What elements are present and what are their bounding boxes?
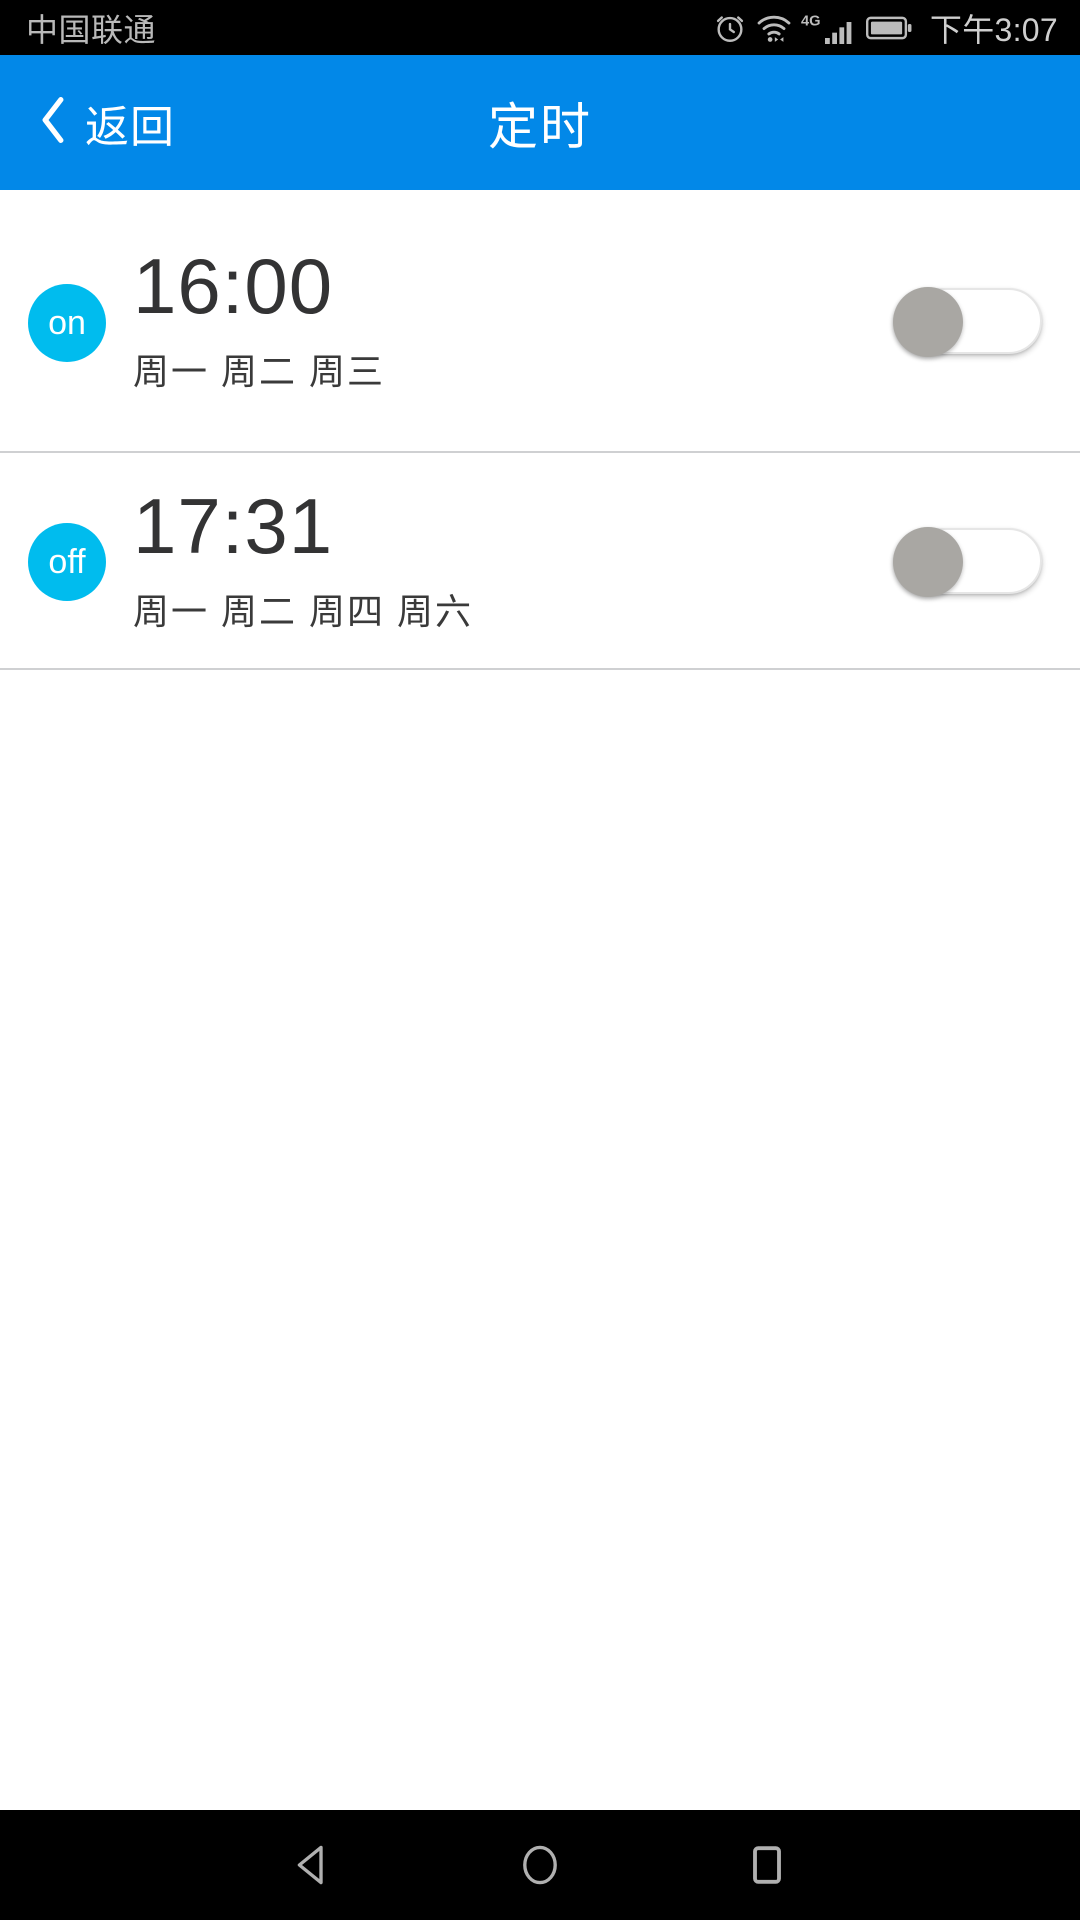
timer-info: 17:31 周一 周二 周四 周六 [133, 487, 473, 635]
status-icons-group: 4G 下午3:07 [713, 5, 1058, 51]
chevron-left-icon [38, 95, 68, 150]
back-button[interactable]: 返回 [38, 91, 175, 155]
nav-home-button[interactable] [480, 1810, 600, 1920]
timer-list: on 16:00 周一 周二 周三 off 17:31 周一 周二 周四 周六 [0, 190, 1080, 670]
nav-back-button[interactable] [253, 1810, 373, 1920]
wifi-icon [756, 11, 792, 45]
timer-time: 16:00 [133, 241, 334, 330]
empty-content-area [0, 670, 1080, 1810]
svg-text:4G: 4G [801, 13, 821, 29]
back-label: 返回 [85, 102, 175, 152]
nav-recents-button[interactable] [707, 1810, 827, 1920]
toggle-thumb [893, 286, 963, 357]
toggle-thumb [893, 526, 963, 597]
back-triangle-icon [298, 1845, 324, 1885]
phone-screen: 中国联通 4G 下午3:07 返回 定时 on 16:00 周一 周二 周三 o… [0, 0, 1080, 1920]
status-bar: 中国联通 4G 下午3:07 [0, 0, 1080, 55]
state-badge: off [28, 522, 106, 601]
alarm-clock-icon [713, 11, 747, 45]
carrier-label: 中国联通 [26, 11, 157, 48]
home-circle-icon [523, 1845, 557, 1885]
4g-signal-icon: 4G [801, 10, 857, 46]
battery-icon [865, 13, 914, 43]
android-navigation-bar [0, 1810, 1080, 1920]
app-header: 返回 定时 [0, 55, 1080, 190]
timer-days: 周一 周二 周三 [133, 350, 386, 392]
timer-time: 17:31 [133, 481, 334, 570]
timer-toggle-switch[interactable] [893, 526, 1042, 597]
recents-square-icon [752, 1846, 781, 1884]
timer-info: 16:00 周一 周二 周三 [133, 247, 385, 395]
timer-list-item[interactable]: on 16:00 周一 周二 周三 [0, 190, 1080, 453]
timer-days: 周一 周二 周四 周六 [133, 590, 474, 632]
timer-list-item[interactable]: off 17:31 周一 周二 周四 周六 [0, 453, 1080, 670]
status-clock: 下午3:07 [929, 11, 1058, 48]
state-badge: on [28, 283, 106, 362]
timer-toggle-switch[interactable] [893, 286, 1042, 357]
